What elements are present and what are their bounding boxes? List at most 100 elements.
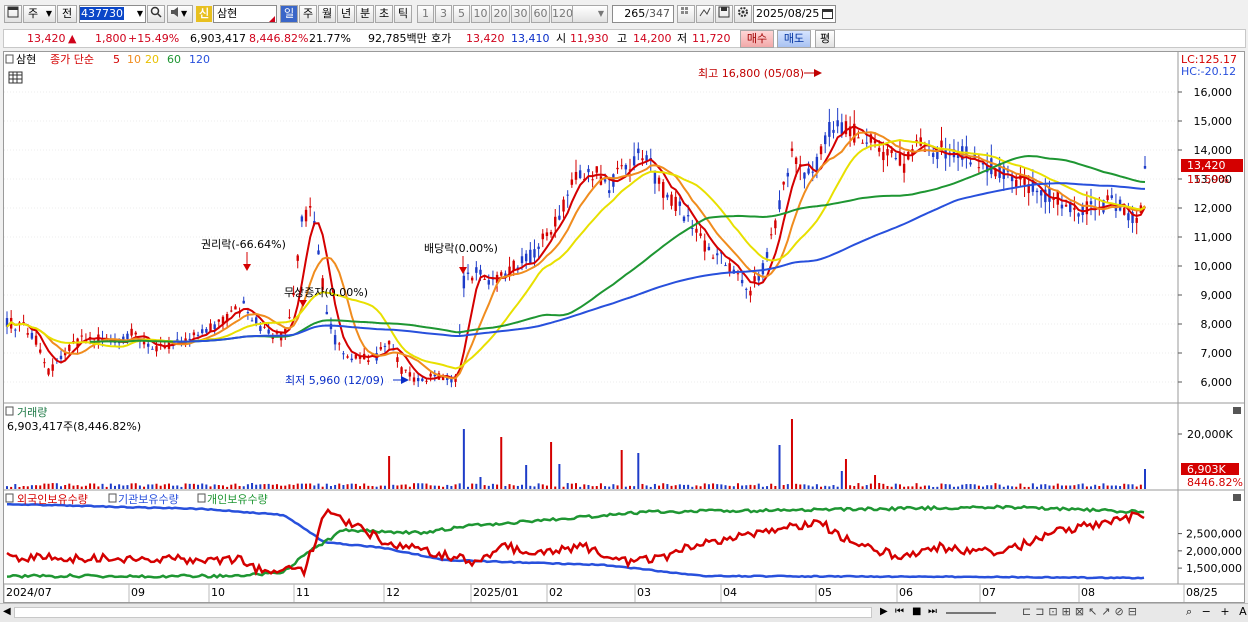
candle-body [466,272,470,274]
candle-body [483,278,486,280]
volume-bar [1040,484,1043,489]
settings-gear-icon[interactable] [734,5,752,23]
volume-bar [732,486,735,489]
candle-body [807,168,810,174]
sell-button[interactable]: 매도 [777,30,811,48]
candle-body [770,234,773,236]
volume-bar [450,485,453,489]
calendar-icon[interactable] [822,8,833,24]
volume-bar [1073,485,1076,489]
individual-toggle-icon[interactable] [197,493,206,503]
volume-bar [155,483,158,489]
window-menu-icon[interactable] [4,5,22,23]
chart-area[interactable]: 삼현 종가 단순 5 10 20 60 120 LC:125.17 HC:-20… [3,51,1245,603]
period-button[interactable]: 주 [299,5,317,23]
interval-button[interactable]: 60 [531,5,550,23]
interval-button[interactable]: 120 [551,5,573,23]
search-icon[interactable] [147,5,165,23]
volume-panel-close-icon[interactable] [1233,407,1241,414]
market-type-select[interactable]: 주 ▼ [23,5,56,23]
period-button[interactable]: 분 [356,5,374,23]
interval-button[interactable]: 1 [417,5,434,23]
code-dropdown-icon[interactable]: ▼ [137,6,143,22]
rewind-icon[interactable]: ⏮ [895,606,904,617]
zoom-track[interactable] [946,612,996,614]
volume-bar [338,483,341,489]
volume-bar [1139,484,1142,489]
candle-body [479,269,482,275]
stock-name-field[interactable]: 삼현 [213,5,277,23]
institution-toggle-icon[interactable] [108,493,117,503]
holdings-axis-ticks: 1,500,000 2,000,000 2,500,000 [1178,528,1242,575]
volume-bar [720,484,723,489]
volume-bar [724,485,727,489]
interval-button[interactable]: 10 [471,5,490,23]
volume-bar [874,475,877,489]
volume-bar [379,485,382,489]
candle-body [317,250,320,255]
volume-bar [467,486,470,489]
holdings-toggle-icon[interactable] [5,493,14,503]
candle-body [80,335,83,337]
volume-bar [541,484,544,489]
candle-body [657,177,661,184]
interval-button[interactable]: 3 [435,5,452,23]
volume-bar [147,484,150,489]
candle-body [147,343,150,347]
current-price: 13,420 [27,32,66,45]
volume-panel-toggle-icon[interactable] [5,406,14,416]
horizontal-scrollbar[interactable] [14,607,872,618]
indicator-label: 종가 단순 [50,53,94,66]
volume-bar [479,477,482,489]
period-button[interactable]: 일 [280,5,298,23]
chart-canvas[interactable]: 삼현 종가 단순 5 10 20 60 120 LC:125.17 HC:-20… [3,52,1244,602]
evaluate-button[interactable]: 평 [815,30,835,48]
volume-bar [159,485,162,489]
volume-bar [878,483,881,489]
scroll-left-icon[interactable]: ◀ [3,606,11,617]
zoom-controls-icon[interactable]: ⌕ − + A [1186,605,1248,619]
stop-icon[interactable]: ■ [912,606,921,617]
period-button[interactable]: 월 [318,5,336,23]
candle-body [51,364,54,371]
period-button[interactable]: 틱 [394,5,412,23]
candle-body [304,209,308,222]
volume-bar [35,485,38,489]
volume-bar [251,483,254,489]
volume-bar [1023,486,1026,489]
date-input[interactable]: 2025/08/25 [753,5,836,23]
line-tool-icon[interactable] [696,5,714,23]
volume-bar [736,483,739,489]
interval-button[interactable]: 30 [511,5,530,23]
period-button[interactable]: 년 [337,5,355,23]
volume-bar [371,486,374,489]
holdings-tick-label: 2,000,000 [1186,545,1242,558]
volume-bar [1081,483,1084,489]
stock-code-input[interactable]: 437730 ▼ [79,5,146,23]
period-button[interactable]: 초 [375,5,393,23]
interval-button[interactable]: 20 [491,5,510,23]
page-counter[interactable]: 265/347 [612,5,674,23]
volume-bar [844,459,847,489]
grid-table-icon[interactable] [8,71,23,84]
scroll-right-icon[interactable]: ▶ [880,606,888,617]
buy-button[interactable]: 매수 [740,30,774,48]
candle-body [902,163,906,173]
candle-body [936,151,939,160]
candle-body [379,347,382,350]
chart-tools-icons[interactable]: ⊏⊐⊡⊞⊠↖↗⊘⊟ [1022,605,1141,618]
save-icon[interactable] [715,5,733,23]
interval-custom-select[interactable]: ▼ [572,5,608,23]
credit-badge: 신 [196,6,212,22]
candle-body [1106,195,1109,200]
panel-toggle-icon[interactable] [5,54,14,64]
speaker-icon[interactable]: ▼ [167,5,193,23]
scope-button[interactable]: 전 [57,5,77,23]
x-axis-label: 2024/07 [6,586,52,599]
forward-icon[interactable]: ⏭ [928,606,937,617]
interval-button[interactable]: 5 [453,5,470,23]
grid-tool-icon[interactable] [677,5,695,23]
holdings-panel-close-icon[interactable] [1233,494,1241,501]
volume-bar [437,485,440,489]
candle-body [47,368,50,375]
